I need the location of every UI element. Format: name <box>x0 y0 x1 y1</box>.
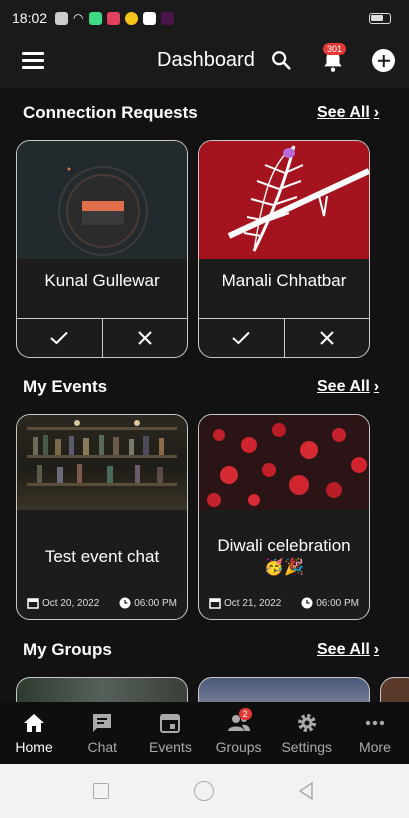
event-name-text: Diwali celebration <box>217 536 351 555</box>
events-title: My Events <box>23 377 108 396</box>
event-date: Oct 21, 2022 <box>209 597 281 609</box>
event-date-label: Oct 20, 2022 <box>42 597 100 609</box>
nav-events-label: Events <box>149 739 192 755</box>
nav-home-label: Home <box>15 739 53 755</box>
event-time: 06:00 PM <box>119 597 177 609</box>
profile-image <box>199 141 369 259</box>
nav-events[interactable]: Events <box>136 702 204 764</box>
connection-card[interactable]: Manali Chhatbar <box>198 140 370 358</box>
group-card[interactable] <box>198 677 370 702</box>
clock-icon <box>119 597 131 609</box>
groups-badge: 2 <box>238 708 252 720</box>
events-see-all-link[interactable]: See All › <box>317 378 379 396</box>
event-time-label: 06:00 PM <box>134 597 177 609</box>
connection-actions <box>199 318 369 357</box>
calendar-icon <box>27 598 39 609</box>
notification-icon <box>55 11 69 25</box>
decline-button[interactable] <box>101 319 188 357</box>
accept-button[interactable] <box>17 319 102 357</box>
home-icon <box>24 714 45 732</box>
app-icon <box>88 11 102 25</box>
groups-title: My Groups <box>23 640 112 659</box>
system-nav-bar <box>0 764 409 818</box>
add-icon[interactable] <box>372 49 395 72</box>
nav-chat-label: Chat <box>87 739 118 755</box>
back-button[interactable] <box>296 781 316 801</box>
event-image <box>199 415 369 510</box>
groups-see-all-link[interactable]: See All › <box>317 641 379 659</box>
battery-icon <box>369 13 391 24</box>
search-icon[interactable] <box>270 49 292 71</box>
see-all-label: See All <box>317 378 370 395</box>
app-icon <box>106 11 120 25</box>
gmail-icon <box>142 11 156 25</box>
status-bar: 18:02 ◠ <box>0 0 409 36</box>
nav-more-label: More <box>358 739 391 755</box>
connections-title: Connection Requests <box>23 103 198 122</box>
close-icon <box>138 331 152 345</box>
calendar-icon <box>160 714 181 733</box>
group-card[interactable] <box>16 677 188 702</box>
connections-see-all-link[interactable]: See All › <box>317 104 379 122</box>
notification-badge: 301 <box>323 43 347 55</box>
event-name: Diwali celebration 🥳🎉 <box>199 535 369 579</box>
connection-name: Kunal Gullewar <box>44 271 160 290</box>
bar-shelves-graphic <box>27 420 177 486</box>
connection-name: Manali Chhatbar <box>221 271 347 290</box>
see-all-label: See All <box>317 104 370 121</box>
nav-settings-label: Settings <box>281 739 333 755</box>
event-image <box>17 415 187 510</box>
close-icon <box>320 331 334 345</box>
slack-icon <box>160 11 174 25</box>
nav-home[interactable]: Home <box>0 702 68 764</box>
gear-icon <box>297 714 316 732</box>
page-title: Dashboard <box>157 49 255 71</box>
event-card[interactable]: Test event chat Oct 20, 2022 06:00 PM <box>16 414 188 620</box>
chevron-right-icon: › <box>373 641 380 658</box>
bottom-nav: Home Chat Events Groups 2 Settings More <box>0 702 409 764</box>
wifi-icon: ◠ <box>73 11 84 25</box>
connection-actions <box>17 318 187 357</box>
chevron-right-icon: › <box>373 104 380 121</box>
id-card-graphic <box>58 166 148 256</box>
event-meta: Oct 21, 2022 06:00 PM <box>209 597 359 609</box>
app-bar: Dashboard 301 <box>0 36 409 88</box>
check-icon <box>232 331 250 345</box>
event-name: Test event chat <box>44 547 160 566</box>
nav-groups[interactable]: Groups 2 <box>205 702 273 764</box>
event-emoji: 🥳🎉 <box>264 559 304 576</box>
home-button[interactable] <box>194 781 214 801</box>
group-card[interactable] <box>380 677 409 702</box>
accept-button[interactable] <box>199 319 284 357</box>
event-card[interactable]: Diwali celebration 🥳🎉 Oct 21, 2022 06:00… <box>198 414 370 620</box>
chevron-right-icon: › <box>373 378 380 395</box>
profile-image <box>17 141 187 259</box>
see-all-label: See All <box>317 641 370 658</box>
event-date-label: Oct 21, 2022 <box>224 597 282 609</box>
menu-icon[interactable] <box>22 52 44 70</box>
decline-button[interactable] <box>283 319 370 357</box>
clock-icon <box>301 597 313 609</box>
event-time: 06:00 PM <box>301 597 359 609</box>
more-icon <box>365 720 385 726</box>
connection-card[interactable]: Kunal Gullewar <box>16 140 188 358</box>
emoji-icon <box>124 11 138 25</box>
status-time: 18:02 <box>12 10 48 26</box>
event-date: Oct 20, 2022 <box>27 597 99 609</box>
status-icons: ◠ <box>55 11 174 25</box>
nav-groups-label: Groups <box>215 739 262 755</box>
dashboard-content: Connection Requests See All › Kunal Gull… <box>0 88 409 702</box>
recents-button[interactable] <box>93 783 109 799</box>
nav-settings[interactable]: Settings <box>273 702 341 764</box>
calendar-icon <box>209 598 221 609</box>
nav-more[interactable]: More <box>341 702 409 764</box>
check-icon <box>50 331 68 345</box>
event-time-label: 06:00 PM <box>316 597 359 609</box>
nav-chat[interactable]: Chat <box>68 702 136 764</box>
chat-icon <box>93 714 112 732</box>
poppies-graphic <box>207 423 367 507</box>
feather-flute-graphic <box>227 145 369 252</box>
event-meta: Oct 20, 2022 06:00 PM <box>27 597 177 609</box>
